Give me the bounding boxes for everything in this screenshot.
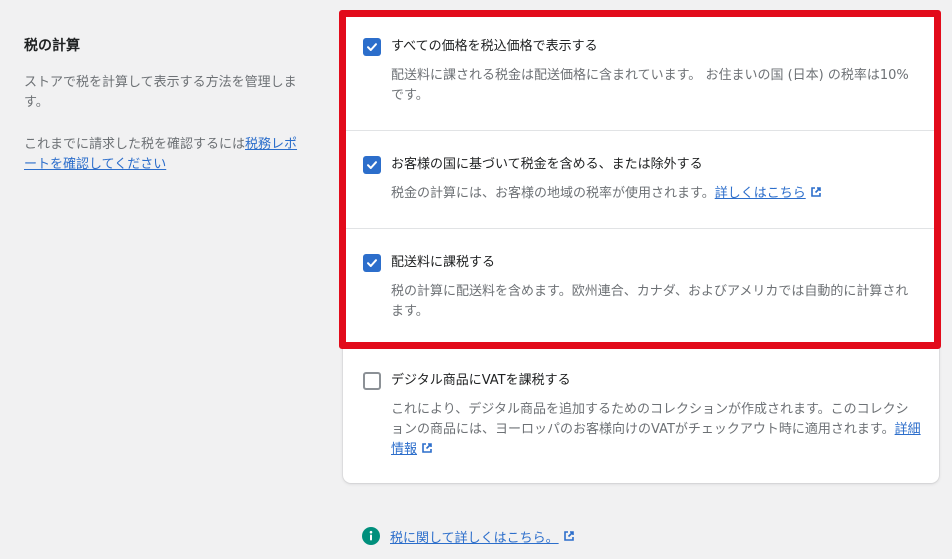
tax-report-text: これまでに請求した税を確認するには税務レポートを確認してください [24,135,304,175]
option-description: 税の計算に配送料を含めます。欧州連合、カナダ、およびアメリカでは自動的に計算され… [391,284,909,319]
tax-options-card: すべての価格を税込価格で表示する 配送料に課される税金は配送価格に含まれています… [343,13,939,483]
country-based-tax-checkbox[interactable] [363,156,381,174]
external-link-icon[interactable] [421,442,433,454]
option-label: 配送料に課税する [391,255,496,270]
section-title: 税の計算 [24,38,80,54]
tax-report-prefix: これまでに請求した税を確認するには [24,137,246,152]
option-label: お客様の国に基づいて税金を含める、または除外する [391,157,703,172]
tax-settings-page: 税の計算 ストアで税を計算して表示する方法を管理します。 これまでに請求した税を… [0,0,952,559]
option-description: 税金の計算には、お客様の地域の税率が使用されます。詳しくはこちら [391,184,921,204]
divider [343,130,939,131]
option-label: デジタル商品にVATを課税する [391,373,571,388]
external-link-icon[interactable] [810,186,822,198]
option-description-text: 税金の計算には、お客様の地域の税率が使用されます。 [391,186,715,201]
option-digital-vat: デジタル商品にVATを課税する これにより、デジタル商品を追加するためのコレクシ… [343,370,939,460]
option-country-based-tax: お客様の国に基づいて税金を含める、または除外する 税金の計算には、お客様の地域の… [343,154,939,204]
external-link-icon[interactable] [563,530,575,542]
option-tax-shipping: 配送料に課税する 税の計算に配送料を含めます。欧州連合、カナダ、およびアメリカで… [343,252,939,322]
tax-help-footer: 税に関して詳しくはこちら。 [362,526,575,546]
option-description: 配送料に課される税金は配送価格に含まれています。 お住まいの国 (日本) の税率… [391,68,909,103]
digital-vat-checkbox[interactable] [363,372,381,390]
option-label: すべての価格を税込価格で表示する [391,39,598,54]
checkmark-icon [367,259,377,267]
option-tax-inclusive-pricing: すべての価格を税込価格で表示する 配送料に課される税金は配送価格に含まれています… [343,36,939,106]
info-icon [362,527,380,545]
section-intro: 税の計算 ストアで税を計算して表示する方法を管理します。 これまでに請求した税を… [24,36,304,175]
tax-help-link[interactable]: 税に関して詳しくはこちら。 [390,527,559,546]
tax-inclusive-checkbox[interactable] [363,38,381,56]
learn-more-link[interactable]: 詳しくはこちら [715,186,806,201]
divider [343,228,939,229]
tax-shipping-checkbox[interactable] [363,254,381,272]
section-description: ストアで税を計算して表示する方法を管理します。 [24,75,297,110]
option-description-text: これにより、デジタル商品を追加するためのコレクションが作成されます。このコレクシ… [391,402,909,437]
option-description: これにより、デジタル商品を追加するためのコレクションが作成されます。このコレクシ… [391,400,921,460]
checkmark-icon [367,43,377,51]
checkmark-icon [367,161,377,169]
